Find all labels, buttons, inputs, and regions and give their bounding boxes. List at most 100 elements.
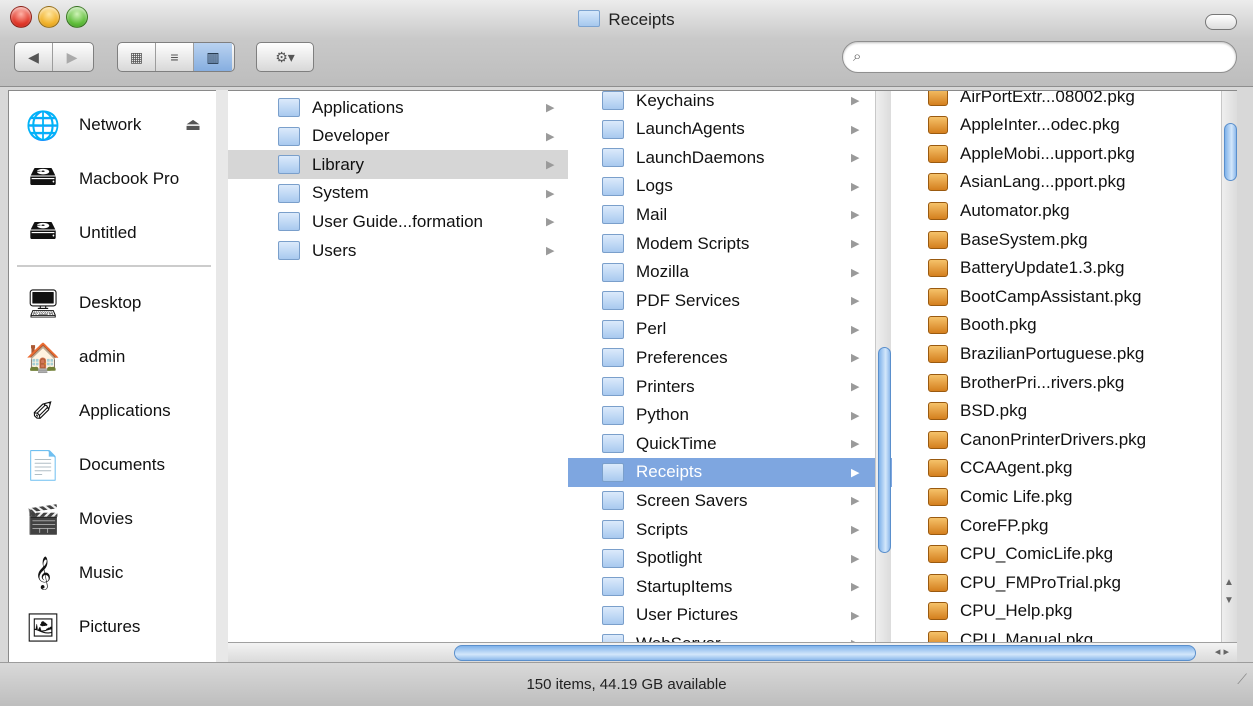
back-button[interactable]: ◀ (15, 43, 53, 71)
search-field[interactable]: ⌕ (842, 41, 1237, 73)
folder-row[interactable]: LaunchDaemons ▶ (568, 143, 892, 172)
folder-icon (278, 126, 300, 146)
file-row[interactable]: BatteryUpdate1.3.pkg (892, 254, 1237, 283)
sidebar-item-music[interactable]: 𝄞 Music (9, 549, 217, 597)
folder-row[interactable]: Python ▶ (568, 401, 892, 430)
folder-row[interactable]: Screen Savers ▶ (568, 486, 892, 515)
column-2-scroll-thumb[interactable] (878, 347, 891, 553)
column-view-button[interactable]: ▥ (194, 43, 232, 71)
folder-row[interactable]: Perl ▶ (568, 315, 892, 344)
file-row[interactable]: Booth.pkg (892, 311, 1237, 340)
file-row[interactable]: AirPortExtr...08002.pkg (892, 91, 1237, 111)
folder-row[interactable]: LaunchAgents ▶ (568, 115, 892, 144)
action-button[interactable]: ⚙▾ (257, 43, 313, 71)
file-row[interactable]: CoreFP.pkg (892, 511, 1237, 540)
horizontal-scroll-thumb[interactable] (454, 645, 1196, 661)
list-view-icon: ≡ (170, 49, 179, 65)
file-row[interactable]: Automator.pkg (892, 196, 1237, 225)
scroll-left-right-icon[interactable]: ◂ ▸ (1215, 645, 1229, 658)
desktop-icon: 🖥 (25, 287, 61, 319)
folder-row[interactable]: Printers ▶ (568, 372, 892, 401)
icon-view-button[interactable]: ▦ (118, 43, 156, 71)
folder-icon (602, 577, 624, 597)
file-row[interactable]: CPU_ComicLife.pkg (892, 540, 1237, 569)
sidebar-item-untitled[interactable]: 🖴 Untitled (9, 209, 217, 257)
folder-row[interactable]: Scripts ▶ (568, 515, 892, 544)
file-row[interactable]: AsianLang...pport.pkg (892, 168, 1237, 197)
sidebar-item-applications[interactable]: ✐ Applications (9, 387, 217, 435)
forward-button[interactable]: ▶ (53, 43, 91, 71)
file-row[interactable]: CPU_Manual.pkg (892, 625, 1237, 643)
folder-row[interactable]: WebServer▶ (568, 629, 892, 643)
folder-row[interactable]: Mail ▶ (568, 200, 892, 229)
folder-row[interactable]: Developer ▶ (228, 122, 568, 151)
file-row[interactable]: AppleMobi...upport.pkg (892, 139, 1237, 168)
file-row[interactable]: CanonPrinterDrivers.pkg (892, 425, 1237, 454)
folder-row[interactable]: Preferences ▶ (568, 343, 892, 372)
package-icon (928, 430, 948, 449)
row-label: CPU_ComicLife.pkg (960, 544, 1114, 564)
row-label: CPU_Help.pkg (960, 601, 1073, 621)
folder-row[interactable]: User Pictures ▶ (568, 601, 892, 630)
file-row[interactable]: CPU_Help.pkg (892, 597, 1237, 626)
file-row[interactable]: BaseSystem.pkg (892, 225, 1237, 254)
disclosure-arrow-icon: ▶ (851, 552, 860, 565)
column-2-scrollbar[interactable] (875, 91, 891, 643)
folder-icon (602, 605, 624, 625)
folder-row[interactable]: QuickTime ▶ (568, 429, 892, 458)
package-icon (928, 459, 948, 478)
sidebar-item-network[interactable]: 🌐 Network ⏏ (9, 101, 217, 149)
sidebar-splitter[interactable] (216, 90, 228, 662)
folder-row[interactable]: Modem Scripts ▶ (568, 229, 892, 258)
column-3: AirPortExtr...08002.pkg AppleInter...odec… (892, 91, 1237, 643)
folder-row[interactable]: Library ▶ (228, 150, 568, 180)
disclosure-arrow-icon: ▶ (851, 323, 860, 336)
column-3-scrollbar[interactable]: ▲ ▼ (1221, 91, 1237, 643)
folder-row[interactable]: Users ▶ (228, 236, 568, 265)
folder-row[interactable]: Keychains ▶ (568, 91, 892, 115)
sidebar-item-desktop[interactable]: 🖥 Desktop (9, 279, 217, 327)
folder-row[interactable]: User Guide...formation ▶ (228, 207, 568, 236)
sidebar: 🌐 Network ⏏ 🖴 Macbook Pro 🖴 Untitled 🖥 D… (8, 90, 218, 664)
sidebar-item-label: Pictures (79, 617, 141, 636)
eject-icon[interactable]: ⏏ (185, 115, 201, 135)
folder-row[interactable]: StartupItems ▶ (568, 572, 892, 601)
folder-row[interactable]: System ▶ (228, 179, 568, 208)
disclosure-arrow-icon: ▶ (851, 95, 860, 107)
sidebar-item-admin[interactable]: 🏠 admin (9, 333, 217, 381)
file-row[interactable]: CCAAgent.pkg (892, 454, 1237, 483)
scroll-up-icon[interactable]: ▲ (1224, 577, 1234, 588)
list-view-button[interactable]: ≡ (156, 43, 194, 71)
file-row[interactable]: Comic Life.pkg (892, 482, 1237, 511)
file-row[interactable]: AppleInter...odec.pkg (892, 111, 1237, 140)
folder-row[interactable]: Applications ▶ (228, 93, 568, 122)
sidebar-item-macbook-pro[interactable]: 🖴 Macbook Pro (9, 155, 217, 203)
file-row[interactable]: BSD.pkg (892, 397, 1237, 426)
nav-buttons: ◀ ▶ (14, 42, 94, 72)
file-row[interactable]: BootCampAssistant.pkg (892, 282, 1237, 311)
folder-row[interactable]: Logs ▶ (568, 172, 892, 201)
action-menu: ⚙▾ (256, 42, 314, 72)
folder-icon (602, 377, 624, 396)
sidebar-item-movies[interactable]: 🎬 Movies (9, 495, 217, 543)
resize-grip-icon[interactable]: ⟋ (1237, 657, 1247, 701)
column-3-scroll-thumb[interactable] (1224, 123, 1237, 181)
sidebar-item-pictures[interactable]: 🖼 Pictures (9, 603, 217, 651)
home-icon: 🏠 (25, 341, 61, 373)
toolbar-toggle-button[interactable] (1205, 14, 1237, 30)
disclosure-arrow-icon: ▶ (851, 180, 860, 193)
sidebar-item-documents[interactable]: 📄 Documents (9, 441, 217, 489)
folder-row[interactable]: PDF Services ▶ (568, 286, 892, 315)
search-input[interactable] (875, 46, 1219, 68)
row-label: BSD.pkg (960, 401, 1028, 421)
file-row[interactable]: BrazilianPortuguese.pkg (892, 339, 1237, 368)
file-row[interactable]: BrotherPri...rivers.pkg (892, 368, 1237, 397)
folder-row[interactable]: Mozilla ▶ (568, 258, 892, 287)
horizontal-scrollbar[interactable]: ◂ ▸ (228, 642, 1237, 663)
music-icon: 𝄞 (34, 556, 52, 588)
file-row[interactable]: CPU_FMProTrial.pkg (892, 568, 1237, 597)
row-label: User Guide...formation (312, 211, 484, 231)
scroll-down-icon[interactable]: ▼ (1224, 595, 1234, 606)
folder-row[interactable]: Receipts ▶ (568, 457, 892, 487)
folder-row[interactable]: Spotlight ▶ (568, 544, 892, 573)
